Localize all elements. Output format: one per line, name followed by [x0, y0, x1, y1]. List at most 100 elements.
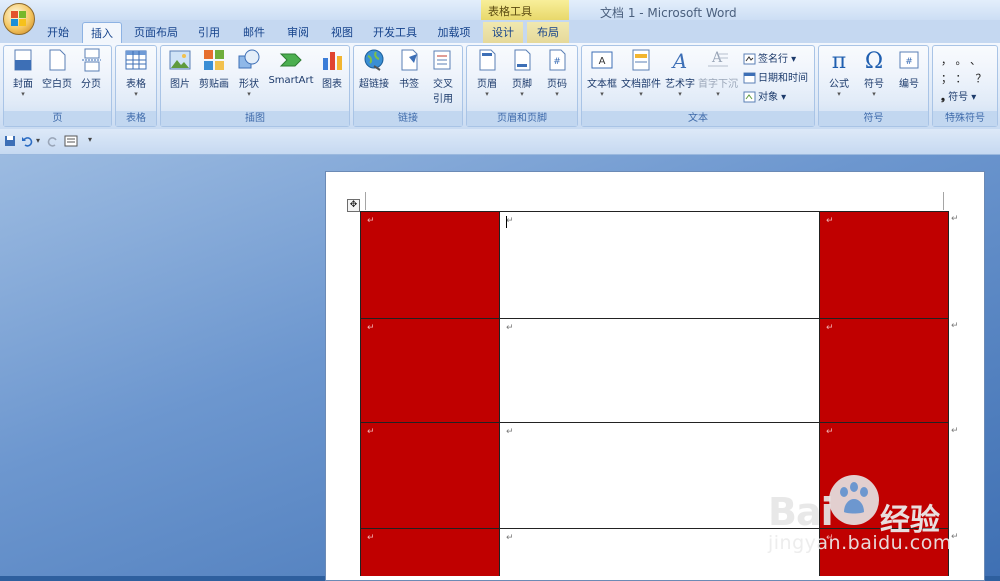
table-cell-r1c3[interactable]: ↵ [819, 211, 949, 319]
undo-dropdown-icon[interactable]: ▾ [36, 136, 40, 145]
omega-icon: Ω [865, 49, 883, 72]
table-move-handle-icon[interactable]: ✥ [347, 199, 360, 212]
shapes-button[interactable]: 形状 ▾ [233, 48, 265, 98]
hyperlink-button[interactable]: 超链接 [357, 48, 391, 90]
svg-text:#: # [553, 57, 561, 67]
numbering-button[interactable]: # 编号 [892, 48, 926, 90]
watermark-url: jingyan.baidu.com [768, 532, 952, 554]
office-button[interactable] [3, 3, 35, 35]
picture-icon [169, 50, 191, 70]
footer-icon [514, 49, 531, 71]
margin-mark-left [365, 192, 366, 210]
special-symbol-button[interactable]: ❟ 符号 ▾ [941, 88, 976, 103]
cover-page-icon [14, 49, 32, 71]
clipart-button[interactable]: 剪贴画 [197, 48, 231, 90]
drop-cap-icon: A [708, 50, 728, 67]
group-label-text: 文本 [582, 111, 814, 126]
table-cell-r4c1[interactable]: ↵ [360, 528, 500, 576]
punctuation-row-1[interactable]: ，。、 [941, 52, 990, 68]
clipart-icon [204, 50, 224, 70]
signature-line-button[interactable]: 签名行 ▾ [743, 50, 796, 65]
table-button[interactable]: 表格 ▾ [120, 48, 152, 98]
group-label-tables: 表格 [116, 111, 156, 126]
quick-parts-icon [632, 49, 650, 71]
hyperlink-icon [364, 49, 384, 71]
calendar-icon [743, 72, 756, 84]
numbering-icon: # [899, 51, 919, 69]
table-cell-r2c3[interactable]: ↵ [819, 318, 949, 423]
header-button[interactable]: 页眉 ▾ [470, 48, 504, 98]
wordart-button[interactable]: A 艺术字 ▾ [663, 48, 697, 98]
table-cell-r1c2[interactable]: ↵ [499, 211, 820, 319]
smartart-icon [279, 53, 302, 67]
equation-button[interactable]: π 公式 ▾ [822, 48, 856, 98]
group-header-footer: 页眉 ▾ 页脚 ▾ # 页码 ▾ 页眉和页脚 [466, 45, 578, 127]
tab-review[interactable]: 审阅 [281, 22, 315, 43]
window-title: 文档 1 - Microsoft Word [600, 6, 737, 20]
tab-insert[interactable]: 插入 [82, 22, 122, 45]
redo-icon[interactable] [47, 135, 59, 147]
tab-layout[interactable]: 布局 [527, 22, 569, 43]
bookmark-icon [401, 49, 418, 71]
blank-page-icon [49, 49, 66, 71]
group-pages: 封面 ▾ 空白页 分页 页 [3, 45, 112, 127]
tab-view[interactable]: 视图 [325, 22, 359, 43]
textbox-icon: A [591, 51, 613, 69]
group-tables: 表格 ▾ 表格 [115, 45, 157, 127]
tab-home[interactable]: 开始 [38, 22, 78, 43]
row-end-mark: ↵ [951, 426, 959, 436]
table-cell-r2c1[interactable]: ↵ [360, 318, 500, 423]
row-end-mark: ↵ [951, 321, 959, 331]
undo-icon[interactable] [21, 135, 33, 147]
comma-icon: ❟ [941, 92, 945, 103]
table-cell-r3c1[interactable]: ↵ [360, 422, 500, 529]
tab-references[interactable]: 引用 [192, 22, 226, 43]
group-links: 超链接 书签 交叉 引用 链接 [353, 45, 463, 127]
page-break-button[interactable]: 分页 [75, 48, 107, 90]
bookmark-button[interactable]: 书签 [394, 48, 424, 90]
cover-page-button[interactable]: 封面 ▾ [7, 48, 39, 98]
paw-icon [829, 475, 879, 525]
table-tools-context-header: 表格工具 [481, 0, 569, 20]
blank-page-button[interactable]: 空白页 [41, 48, 73, 90]
watermark-brand: Bai [768, 490, 834, 534]
symbol-button[interactable]: Ω 符号 ▾ [857, 48, 891, 98]
footer-button[interactable]: 页脚 ▾ [505, 48, 539, 98]
textbox-button[interactable]: A 文本框 ▾ [585, 48, 619, 98]
quick-parts-button[interactable]: 文档部件 ▾ [620, 48, 662, 98]
customize-toolbar-icon[interactable]: ▾ [88, 135, 92, 144]
tab-developer[interactable]: 开发工具 [368, 22, 422, 43]
group-label-links: 链接 [354, 111, 462, 126]
group-label-illustrations: 插图 [161, 111, 349, 126]
page-break-icon [82, 48, 101, 72]
signature-icon [743, 53, 756, 65]
group-label-header-footer: 页眉和页脚 [467, 111, 577, 126]
save-icon[interactable] [4, 135, 16, 147]
tab-page-layout[interactable]: 页面布局 [128, 22, 184, 43]
cross-reference-icon [433, 50, 451, 70]
print-layout-icon[interactable] [64, 135, 78, 147]
punctuation-row-2[interactable]: ；：？ [941, 70, 996, 86]
group-label-special-symbols: 特殊符号 [933, 111, 997, 126]
object-icon [743, 91, 756, 103]
object-button[interactable]: 对象 ▾ [743, 88, 786, 103]
date-time-button[interactable]: 日期和时间 [743, 69, 808, 84]
baidu-watermark: Bai 经验 jingyan.baidu.com [768, 470, 998, 558]
svg-text:π: π [832, 49, 846, 72]
page-number-button[interactable]: # 页码 ▾ [540, 48, 574, 98]
table-cell-r2c2[interactable]: ↵ [499, 318, 820, 423]
svg-text:#: # [905, 57, 913, 67]
chart-button[interactable]: 图表 [317, 48, 347, 90]
tab-design[interactable]: 设计 [483, 22, 523, 43]
tab-addins[interactable]: 加载项 [432, 22, 476, 43]
group-label-symbols: 符号 [819, 111, 928, 126]
quick-access-toolbar: ▾ ▾ [0, 129, 1000, 155]
tab-mailings[interactable]: 邮件 [237, 22, 271, 43]
group-symbols: π 公式 ▾ Ω 符号 ▾ # 编号 符号 [818, 45, 929, 127]
picture-button[interactable]: 图片 [164, 48, 196, 90]
smartart-button[interactable]: SmartArt [267, 48, 315, 86]
cross-reference-button[interactable]: 交叉 引用 [427, 48, 459, 105]
table-cell-r1c1[interactable]: ↵ [360, 211, 500, 319]
svg-text:A: A [599, 56, 606, 67]
drop-cap-button[interactable]: A 首字下沉 ▾ [697, 48, 739, 98]
